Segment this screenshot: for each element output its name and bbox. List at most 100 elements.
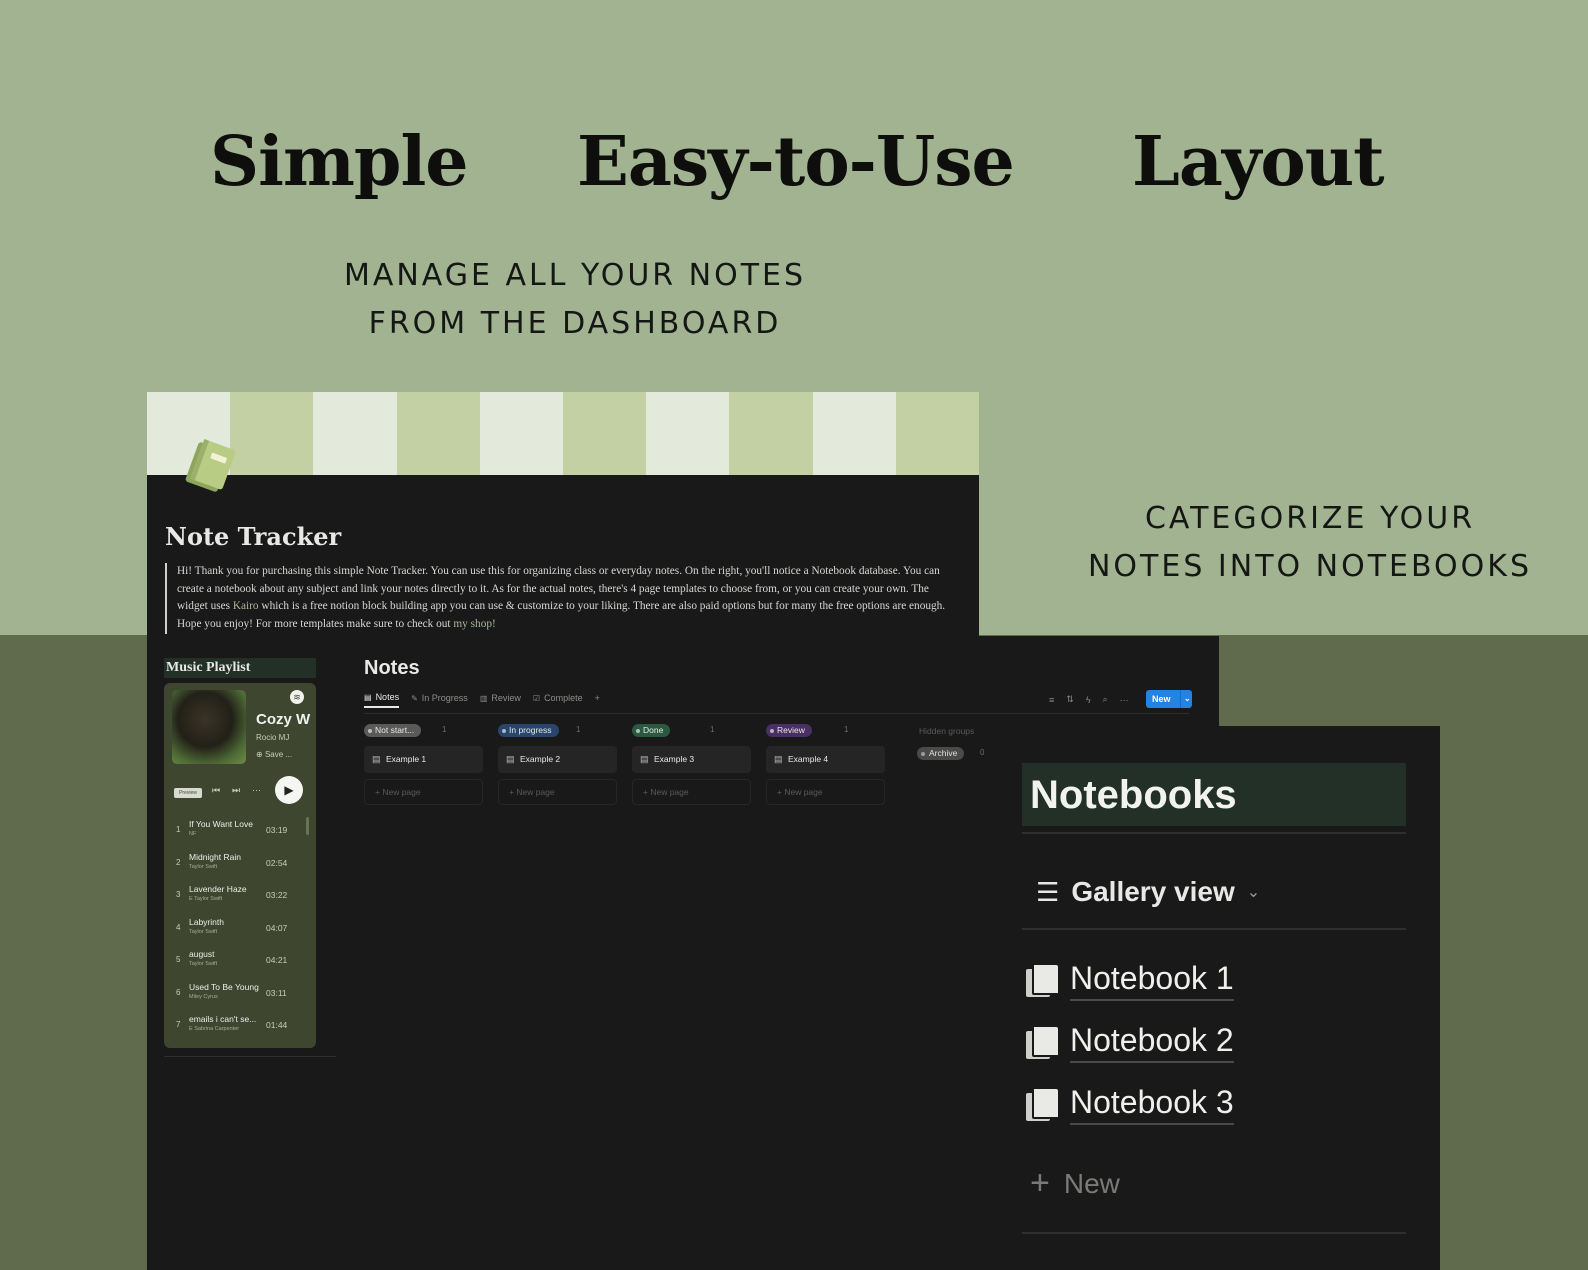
album-title: Cozy W — [256, 711, 311, 728]
notebook-item[interactable]: Notebook 2 — [1026, 1022, 1234, 1063]
track-row[interactable]: 5 august Taylor Swift 04:21 — [164, 943, 316, 976]
search-icon[interactable]: ⌕ — [1103, 694, 1108, 705]
more-options-icon[interactable]: ··· — [252, 785, 261, 795]
card-title: Example 3 — [654, 754, 695, 764]
sort-icon[interactable]: ⇅ — [1066, 694, 1074, 705]
column-header: Done 1 — [632, 724, 751, 738]
new-button[interactable]: New ⌄ — [1146, 690, 1192, 708]
save-button[interactable]: ⊕ Save ... — [256, 750, 292, 759]
board-column: Not start... 1 ▤ Example 1 + New page — [364, 724, 483, 805]
track-name: Labyrinth — [189, 916, 224, 927]
automation-icon[interactable]: ϟ — [1086, 695, 1091, 705]
status-badge[interactable]: Not start... — [364, 724, 422, 737]
divider — [1022, 1232, 1406, 1234]
track-artist: NF — [189, 831, 197, 837]
status-badge[interactable]: Done — [632, 724, 671, 737]
archive-group-badge[interactable]: Archive — [917, 747, 965, 760]
tab-label: Review — [491, 693, 521, 703]
track-row[interactable]: 6 Used To Be Young Miley Cyrus 03:11 — [164, 976, 316, 1009]
new-page-button[interactable]: + New page — [632, 779, 751, 805]
album-artist: Rocio MJ — [256, 733, 290, 742]
shop-link[interactable]: my shop! — [453, 618, 495, 630]
tab-review[interactable]: ▥ Review — [480, 692, 521, 708]
notebook-label: Notebook 2 — [1070, 1022, 1234, 1063]
cover-banner[interactable] — [147, 392, 979, 475]
track-row[interactable]: 2 Midnight Rain Taylor Swift 02:54 — [164, 846, 316, 879]
track-row[interactable]: 1 If You Want Love NF 03:19 — [164, 813, 316, 846]
page-title: Note Tracker — [165, 522, 342, 551]
track-artist: E Taylor Swift — [189, 896, 223, 902]
track-artist: Miley Cyrus — [189, 993, 218, 1000]
document-icon: ▤ — [364, 692, 372, 702]
notebook-icon[interactable] — [177, 436, 239, 498]
track-number: 5 — [176, 955, 181, 964]
new-page-button[interactable]: + New page — [498, 779, 617, 805]
subtitle-line: NOTES INTO NOTEBOOKS — [1087, 549, 1532, 584]
card-title: Example 1 — [386, 754, 427, 764]
new-notebook-button[interactable]: + New — [1030, 1164, 1120, 1203]
track-name: august — [189, 949, 215, 959]
filter-icon[interactable]: ≡ — [1049, 695, 1054, 705]
tab-in-progress[interactable]: ✎ In Progress — [411, 692, 468, 708]
view-selector[interactable]: ☰ Gallery view ⌄ — [1036, 876, 1260, 908]
track-name: Used To Be Young — [189, 981, 259, 992]
status-badge[interactable]: In progress — [498, 724, 559, 737]
headline-layout: Layout — [1132, 122, 1385, 202]
track-artist: E Sabrina Carpenter — [189, 1026, 240, 1032]
note-card[interactable]: ▤ Example 3 — [632, 746, 751, 773]
track-artist: Taylor Swift — [189, 863, 218, 870]
card-title: Example 4 — [788, 754, 829, 764]
spotify-icon[interactable]: ≋ — [290, 690, 304, 704]
track-duration: 01:44 — [266, 1020, 288, 1030]
notebooks-heading: Notebooks — [1022, 763, 1406, 826]
intro-quote: Hi! Thank you for purchasing this simple… — [165, 563, 957, 634]
status-badge[interactable]: Review — [766, 724, 812, 737]
kairo-link[interactable]: Kairo — [233, 600, 259, 612]
list-icon: ☰ — [1036, 876, 1060, 907]
note-card[interactable]: ▤ Example 2 — [498, 746, 617, 773]
column-count: 1 — [576, 725, 581, 734]
tab-notes[interactable]: ▤ Notes — [364, 692, 400, 708]
note-card[interactable]: ▤ Example 1 — [364, 746, 483, 773]
track-number: 4 — [176, 922, 181, 932]
archive-count: 0 — [980, 748, 985, 757]
track-row[interactable]: 4 Labyrinth Taylor Swift 04:07 — [164, 911, 316, 944]
track-row[interactable]: 3 Lavender Haze E Taylor Swift 03:22 — [164, 878, 316, 911]
column-count: 1 — [844, 725, 849, 734]
intro-text: which is a free notion block building ap… — [177, 600, 946, 631]
track-list: 1 If You Want Love NF 03:19 2 Midnight Rain Ta… — [164, 813, 316, 1041]
track-row[interactable]: 7 emails i can't se... E Sabrina Carpenter… — [164, 1008, 316, 1041]
track-name: Midnight Rain — [189, 851, 241, 862]
subtitle-dashboard: MANAGE ALL YOUR NOTES FROM THE DASHBOARD — [330, 252, 820, 348]
play-icon[interactable]: ▶ — [275, 776, 303, 804]
view-label: Gallery view — [1071, 876, 1235, 907]
notes-database-title[interactable]: Notes — [364, 657, 420, 680]
new-page-button[interactable]: + New page — [364, 779, 483, 805]
previous-track-icon[interactable]: ⏮ — [212, 785, 220, 796]
headline-simple: Simple — [210, 122, 469, 202]
new-page-button[interactable]: + New page — [766, 779, 885, 805]
subtitle-notebooks: CATEGORIZE YOUR NOTES INTO NOTEBOOKS — [1050, 495, 1570, 591]
chevron-down-icon: ⌄ — [1246, 884, 1261, 901]
more-icon[interactable]: ··· — [1120, 695, 1129, 705]
track-name: If You Want Love — [189, 819, 253, 829]
track-duration: 04:21 — [266, 955, 288, 965]
notes-view-tabs: ▤ Notes ✎ In Progress ▥ Review ☑ Complete + — [364, 692, 600, 708]
track-name: Lavender Haze — [189, 884, 247, 894]
edit-list-icon: ✎ — [411, 693, 418, 703]
note-card[interactable]: ▤ Example 4 — [766, 746, 885, 773]
notebooks-panel: Notebooks ☰ Gallery view ⌄ Notebook 1 Not… — [1018, 726, 1440, 1270]
divider — [364, 713, 1189, 714]
notebook-item[interactable]: Notebook 1 — [1026, 960, 1234, 1001]
playlist-heading: Music Playlist — [164, 658, 316, 678]
next-track-icon[interactable]: ⏭ — [232, 785, 240, 796]
tab-complete[interactable]: ☑ Complete — [533, 692, 583, 708]
subtitle-line: CATEGORIZE YOUR — [1144, 501, 1476, 536]
notebook-item[interactable]: Notebook 3 — [1026, 1084, 1234, 1125]
new-label: New — [1063, 1167, 1120, 1199]
chevron-down-icon[interactable]: ⌄ — [1180, 690, 1191, 708]
hidden-groups-label: Hidden groups — [919, 726, 975, 736]
track-artist: Taylor Swift — [189, 928, 218, 935]
track-duration: 04:07 — [266, 922, 288, 933]
add-view-icon[interactable]: + — [595, 692, 600, 708]
